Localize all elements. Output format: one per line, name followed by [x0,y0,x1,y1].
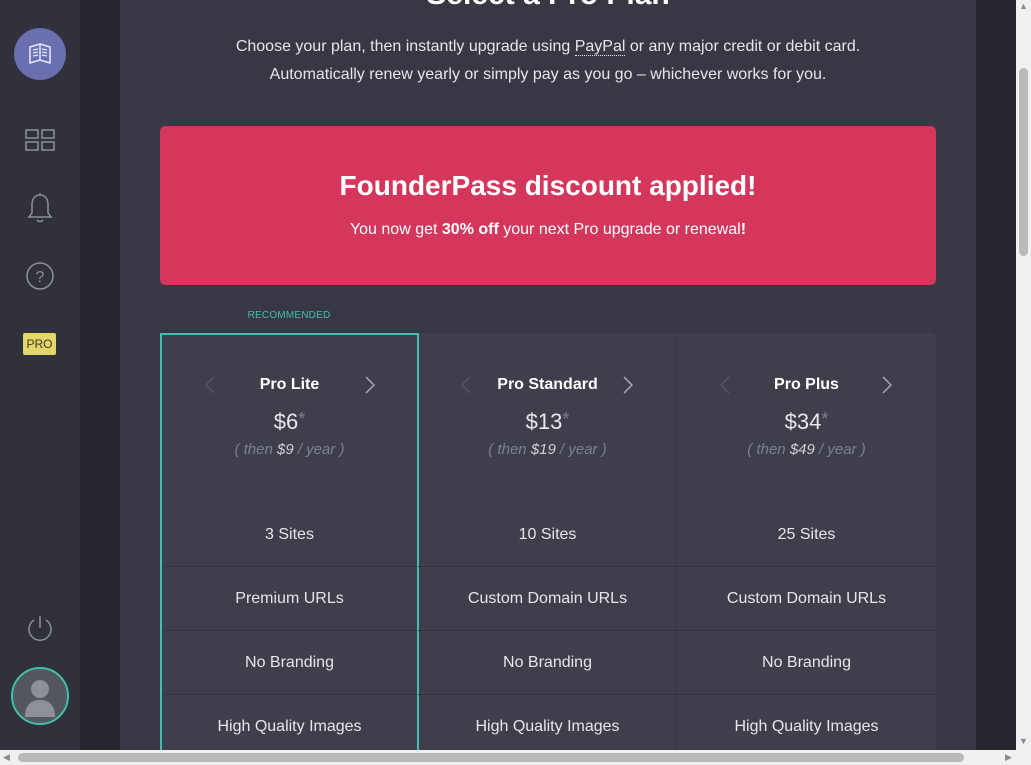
paypal-link[interactable]: PayPal [574,38,626,56]
dashboard-button[interactable] [20,120,60,160]
feature-sites: 25 Sites [677,503,936,567]
pro-badge[interactable]: PRO [23,333,56,355]
renewal-text: ( then [234,441,277,458]
banner-exclamation: ! [740,221,747,238]
feature-branding: No Branding [677,631,936,695]
scroll-left-arrow-icon[interactable]: ◀ [3,752,10,763]
renewal-amount: $49 [789,441,815,458]
plan-price: $34* [677,409,936,435]
right-gutter [976,0,1016,750]
horizontal-scroll-thumb[interactable] [18,753,964,762]
scroll-right-arrow-icon[interactable]: ▶ [1005,752,1012,763]
help-icon: ? [26,262,54,290]
page-title: Select a Pro Plan [120,0,976,12]
plan-name: Pro Standard [497,376,598,393]
renewal-price: ( then $19 / year ) [418,441,677,458]
plan-header: Pro Standard $13* ( then $19 / year ) [418,373,677,458]
banner-title: FounderPass discount applied! [339,170,757,201]
horizontal-scrollbar[interactable]: ◀ ▶ [0,750,1031,765]
plans-table: Pro Lite $6* ( then $9 / year ) 3 Sites … [160,333,936,750]
renewal-text: / year ) [293,441,345,458]
price-asterisk: * [298,409,306,429]
power-icon [28,616,52,641]
vertical-scrollbar[interactable]: ▲ ▼ [1016,0,1031,750]
notifications-button[interactable] [20,188,60,228]
feature-images: High Quality Images [418,695,677,750]
renewal-price: ( then $9 / year ) [162,441,417,458]
intro-line-2: Automatically renew yearly or simply pay… [269,66,827,83]
vertical-scroll-thumb[interactable] [1019,68,1028,256]
plan-header: Pro Plus $34* ( then $49 / year ) [677,373,936,458]
sidebar: ? PRO [0,0,80,750]
banner-text-part: your next Pro upgrade or renewal [498,221,741,238]
feature-sites: 3 Sites [162,503,417,567]
left-gutter [80,0,120,750]
pricing-panel: Select a Pro Plan Choose your plan, then… [120,0,976,750]
feature-images: High Quality Images [162,695,417,750]
plan-price: $13* [418,409,677,435]
renewal-text: / year ) [814,441,866,458]
price-value: $6 [273,409,299,434]
renewal-amount: $19 [530,441,556,458]
banner-text: You now get 30% off your next Pro upgrad… [160,221,936,239]
intro-line-1: Choose your plan, then instantly upgrade… [120,33,976,61]
book-icon [29,43,51,65]
price-value: $34 [784,409,822,434]
intro-text: Choose your plan, then instantly upgrade… [120,33,976,89]
price-value: $13 [525,409,563,434]
plan-name: Pro Lite [259,376,320,393]
banner-text-part: You now get [349,221,442,238]
svg-text:?: ? [36,269,45,286]
intro-text-part: Choose your plan, then instantly upgrade… [235,38,575,55]
plan-card-pro-plus[interactable]: Pro Plus $34* ( then $49 / year ) 25 Sit… [677,333,936,750]
app-logo[interactable] [14,28,66,80]
renewal-text: ( then [488,441,531,458]
renewal-amount: $9 [276,441,294,458]
bell-icon [27,193,53,223]
intro-text-part: or any major credit or debit card. [625,38,861,55]
plan-card-pro-standard[interactable]: Pro Standard $13* ( then $19 / year ) 10… [418,333,677,750]
renewal-price: ( then $49 / year ) [677,441,936,458]
help-button[interactable]: ? [20,256,60,296]
user-avatar[interactable] [11,667,69,725]
discount-amount: 30% off [441,221,499,238]
renewal-text: / year ) [555,441,607,458]
plan-name: Pro Plus [774,376,839,393]
grid-icon [25,129,55,151]
plan-price: $6* [162,409,417,435]
feature-urls: Premium URLs [162,567,417,631]
plan-card-pro-lite[interactable]: Pro Lite $6* ( then $9 / year ) 3 Sites … [160,333,419,750]
discount-banner: FounderPass discount applied! You now ge… [160,126,936,285]
plan-header: Pro Lite $6* ( then $9 / year ) [162,373,417,458]
feature-urls: Custom Domain URLs [418,567,677,631]
renewal-text: ( then [747,441,790,458]
scroll-down-arrow-icon[interactable]: ▼ [1019,736,1028,746]
scroll-up-arrow-icon[interactable]: ▲ [1019,1,1028,11]
recommended-label: RECOMMENDED [247,310,331,321]
feature-branding: No Branding [162,631,417,695]
user-avatar-icon [25,680,55,717]
feature-sites: 10 Sites [418,503,677,567]
price-asterisk: * [821,409,829,429]
price-asterisk: * [562,409,570,429]
feature-images: High Quality Images [677,695,936,750]
feature-branding: No Branding [418,631,677,695]
logout-button[interactable] [20,608,60,648]
feature-urls: Custom Domain URLs [677,567,936,631]
